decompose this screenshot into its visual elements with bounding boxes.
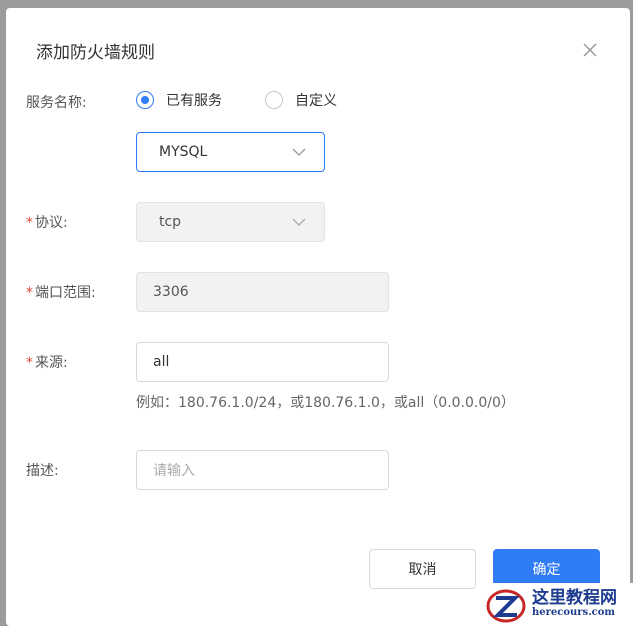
protocol-label: * 协议: xyxy=(26,215,68,231)
port-range-value: 3306 xyxy=(153,284,189,300)
watermark: 这里教程网 herecours.com xyxy=(484,583,633,626)
chevron-down-icon xyxy=(292,148,306,156)
service-select-value: MYSQL xyxy=(159,144,208,160)
source-value: all xyxy=(153,354,170,370)
port-range-input: 3306 xyxy=(136,272,389,312)
source-input[interactable]: all xyxy=(136,342,389,382)
port-range-label: * 端口范围: xyxy=(26,285,96,301)
watermark-logo-icon xyxy=(486,589,526,622)
cancel-button[interactable]: 取消 xyxy=(369,549,476,589)
radio-existing-service[interactable]: 已有服务 xyxy=(136,90,222,110)
radio-custom-label: 自定义 xyxy=(295,93,337,109)
protocol-select: tcp xyxy=(136,202,325,242)
dialog-title: 添加防火墙规则 xyxy=(36,43,155,63)
close-icon[interactable] xyxy=(580,40,600,60)
service-name-label: 服务名称: xyxy=(26,95,87,111)
chevron-down-icon xyxy=(292,218,306,226)
source-hint: 例如：180.76.1.0/24，或180.76.1.0，或all（0.0.0.… xyxy=(136,395,515,411)
source-label: * 来源: xyxy=(26,355,68,371)
watermark-subtitle: herecours.com xyxy=(532,607,616,619)
add-firewall-rule-dialog: 添加防火墙规则 服务名称: 已有服务 自定义 MYSQL * 协议: tcp * 端… xyxy=(6,8,630,626)
description-label: 描述: xyxy=(26,463,59,479)
service-select[interactable]: MYSQL xyxy=(136,132,325,172)
radio-checked-icon[interactable] xyxy=(136,91,154,109)
protocol-select-value: tcp xyxy=(159,214,182,230)
watermark-title: 这里教程网 xyxy=(532,588,617,609)
radio-existing-service-label: 已有服务 xyxy=(166,93,222,109)
description-placeholder: 请输入 xyxy=(153,463,195,479)
description-input[interactable]: 请输入 xyxy=(136,450,389,490)
radio-custom[interactable]: 自定义 xyxy=(265,90,337,110)
radio-unchecked-icon[interactable] xyxy=(265,91,283,109)
